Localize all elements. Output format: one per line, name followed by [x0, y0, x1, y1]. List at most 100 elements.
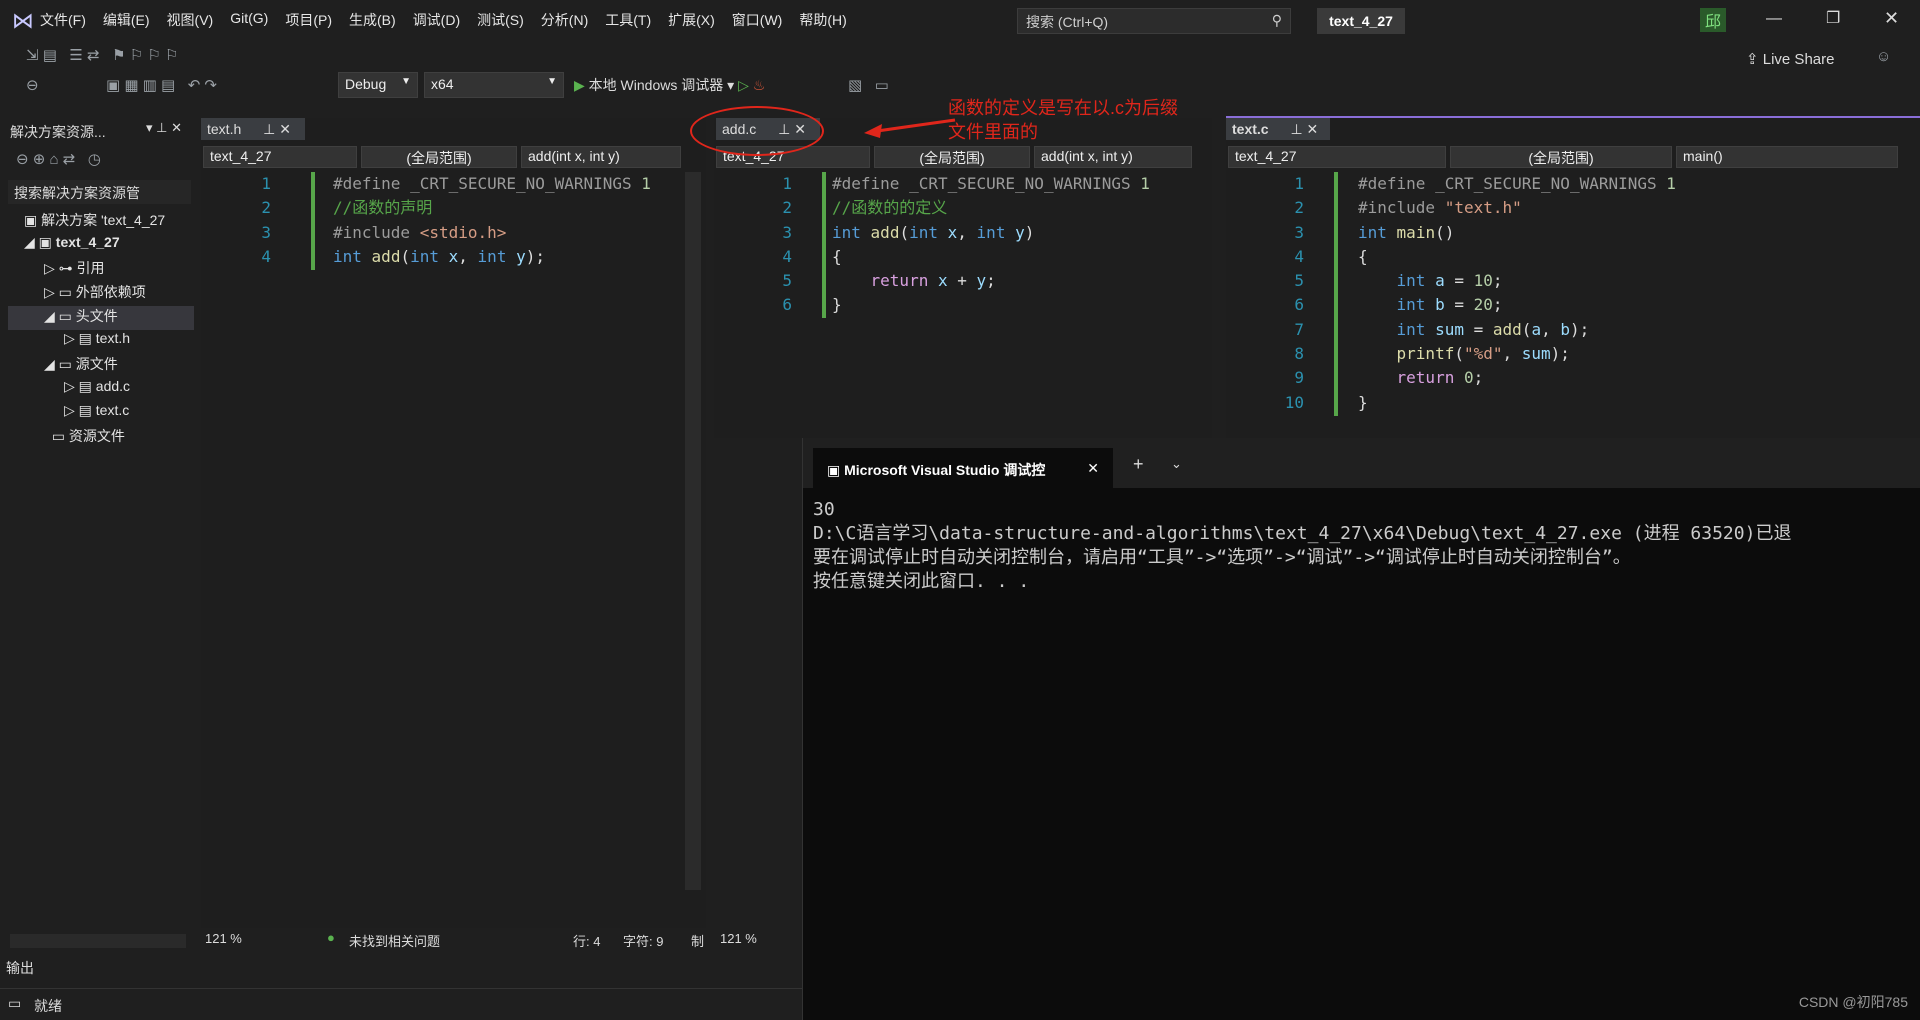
tree-resource-files[interactable]: ▭ 资源文件: [24, 426, 194, 450]
minimize-icon[interactable]: —: [1766, 10, 1782, 28]
tree-label: 头文件: [75, 308, 118, 324]
scope-combo[interactable]: (全局范围): [1450, 146, 1672, 168]
tree-label: text.c: [95, 402, 130, 418]
check-icon: ●: [327, 930, 335, 945]
console-tabbar: ▣ Microsoft Visual Studio 调试控 ✕ + ⌄: [803, 438, 1920, 488]
tree-label: 资源文件: [68, 428, 125, 444]
tree-text-c[interactable]: ▷ ▤ text.c: [24, 402, 194, 426]
editor-text-c: text.c ⊥ ✕ text_4_27 (全局范围) main() 12345…: [1226, 116, 1920, 438]
menu-view[interactable]: 视图(V): [167, 10, 214, 30]
menu-debug[interactable]: 调试(D): [413, 10, 460, 30]
menu-project[interactable]: 项目(P): [285, 10, 332, 30]
menu-extensions[interactable]: 扩展(X): [668, 10, 715, 30]
vs-logo-icon: ⋈: [12, 8, 34, 33]
menu-tools[interactable]: 工具(T): [605, 10, 651, 30]
config-select[interactable]: Debug ▼: [338, 72, 418, 98]
feedback-icon[interactable]: ☺: [1876, 48, 1891, 65]
line-numbers: 1 2 3 4 5 6 7 8 9 10: [1284, 174, 1304, 412]
combo-value: (全局范围): [1528, 150, 1594, 166]
change-marker: [822, 172, 826, 318]
change-marker: [1334, 172, 1338, 416]
tree-label: 源文件: [75, 356, 118, 372]
member-combo[interactable]: add(int x, int y): [521, 146, 681, 168]
console-output[interactable]: 30 D:\C语言学习\data-structure-and-algorithm…: [803, 488, 1920, 604]
annotation-line2: 文件里面的: [948, 122, 1038, 142]
toolbar-row1-icons[interactable]: ⇲ ▤ ☰ ⇄ ⚑ ⚐ ⚐ ⚐: [26, 46, 178, 64]
tree-label: add.c: [95, 378, 131, 394]
run-no-debug-icon: ▷: [738, 77, 749, 93]
menu-git[interactable]: Git(G): [230, 10, 268, 30]
tree-project[interactable]: ◢ ▣ text_4_27: [24, 234, 194, 258]
config-value: Debug: [345, 76, 387, 92]
code-text-c[interactable]: #define _CRT_SECURE_NO_WARNINGS 1 #inclu…: [1358, 172, 1676, 415]
nav-back-icon[interactable]: ⊖: [26, 76, 39, 94]
vertical-scrollbar[interactable]: [685, 172, 701, 890]
ready-status: 就绪: [34, 998, 62, 1014]
annotation-text: 函数的定义是写在以.c为后缀 文件里面的: [948, 96, 1178, 144]
tree-label: 解决方案 'text_4_27: [41, 212, 166, 228]
tree-add-c[interactable]: ▷ ▤ add.c: [24, 378, 194, 402]
tab-text-c[interactable]: text.c ⊥ ✕: [1226, 118, 1330, 140]
menu-window[interactable]: 窗口(W): [732, 10, 783, 30]
se-pin-icon[interactable]: ▾ ⊥ ✕: [146, 120, 182, 136]
tree-text-h[interactable]: ▷ ▤ text.h: [24, 330, 194, 354]
new-tab-icon[interactable]: +: [1133, 454, 1144, 475]
menu-items: 文件(F) 编辑(E) 视图(V) Git(G) 项目(P) 生成(B) 调试(…: [40, 10, 864, 30]
menu-test[interactable]: 测试(S): [477, 10, 524, 30]
combo-value: add(int x, int y): [1041, 148, 1133, 164]
project-combo[interactable]: text_4_27: [1228, 146, 1446, 168]
live-share-button[interactable]: ⇪ Live Share: [1746, 50, 1834, 68]
tree-label: text.h: [95, 330, 131, 346]
code-add-c[interactable]: #define _CRT_SECURE_NO_WARNINGS 1 //函数的的…: [832, 172, 1150, 318]
run-label: 本地 Windows 调试器: [588, 77, 724, 93]
restore-icon[interactable]: ❐: [1826, 8, 1840, 28]
member-combo[interactable]: add(int x, int y): [1034, 146, 1192, 168]
platform-value: x64: [431, 76, 454, 92]
solution-title: text_4_27: [1317, 8, 1405, 34]
tree-external-deps[interactable]: ▷ ▭ 外部依赖项: [24, 282, 194, 306]
annotation-arrow-icon: [864, 118, 956, 138]
output-tab[interactable]: 输出: [6, 958, 34, 978]
zoom-level[interactable]: 121 %: [205, 931, 242, 946]
tree-references[interactable]: ▷ ⊶ 引用: [24, 258, 194, 282]
console-icon: ▣: [827, 462, 841, 478]
solution-explorer: 解决方案资源... ▾ ⊥ ✕ ⊖ ⊕ ⌂ ⇄ ◷ 搜索解决方案资源管 ▣ 解决…: [0, 112, 194, 948]
se-search-input[interactable]: 搜索解决方案资源管: [8, 180, 191, 204]
zoom-level-2[interactable]: 121 %: [714, 928, 802, 950]
search-box[interactable]: 搜索 (Ctrl+Q) ⚲: [1017, 8, 1291, 34]
scope-combo[interactable]: (全局范围): [361, 146, 517, 168]
run-debugger-button[interactable]: ▶ 本地 Windows 调试器 ▾ ▷ ♨: [574, 75, 765, 95]
search-placeholder: 搜索 (Ctrl+Q): [1026, 14, 1109, 30]
code-text-h[interactable]: #define _CRT_SECURE_NO_WARNINGS 1 //函数的声…: [333, 172, 651, 269]
tree-header-files[interactable]: ◢ ▭ 头文件: [8, 306, 194, 330]
share-icon: ⇪: [1746, 51, 1759, 68]
tree-label: text_4_27: [55, 234, 120, 250]
close-window-icon[interactable]: ✕: [1884, 8, 1899, 29]
tab-label: text.h: [207, 121, 242, 137]
project-combo[interactable]: text_4_27: [203, 146, 357, 168]
line-indicator: 行: 4: [573, 934, 601, 949]
console-close-icon[interactable]: ✕: [1087, 460, 1099, 477]
tree-solution[interactable]: ▣ 解决方案 'text_4_27: [24, 210, 194, 234]
menu-edit[interactable]: 编辑(E): [103, 10, 150, 30]
menu-build[interactable]: 生成(B): [349, 10, 396, 30]
toolbar-extra-icons[interactable]: ▧ ▭: [848, 76, 889, 94]
se-hscrollbar[interactable]: [10, 934, 186, 948]
menu-file[interactable]: 文件(F): [40, 10, 86, 30]
console-tab-label: Microsoft Visual Studio 调试控: [844, 462, 1046, 478]
toolbar-file-icons[interactable]: ▣ ▦ ▥ ▤ ↶ ↷: [106, 76, 217, 94]
menu-help[interactable]: 帮助(H): [799, 10, 846, 30]
member-combo[interactable]: main(): [1676, 146, 1898, 168]
se-toolbar[interactable]: ⊖ ⊕ ⌂ ⇄ ◷: [16, 150, 101, 168]
console-tab[interactable]: ▣ Microsoft Visual Studio 调试控 ✕: [813, 448, 1113, 488]
status-icon: ▭: [8, 995, 22, 1011]
platform-select[interactable]: x64 ▼: [424, 72, 564, 98]
menu-analyze[interactable]: 分析(N): [541, 10, 588, 30]
user-avatar[interactable]: 邱: [1700, 8, 1726, 32]
dropdown-icon[interactable]: ⌄: [1171, 456, 1182, 472]
tab-text-h[interactable]: text.h ⊥ ✕: [201, 118, 305, 140]
issues-status[interactable]: 未找到相关问题: [349, 931, 440, 950]
scope-combo[interactable]: (全局范围): [874, 146, 1030, 168]
tree-source-files[interactable]: ◢ ▭ 源文件: [24, 354, 194, 378]
editor-text-h: text.h ⊥ ✕ text_4_27 (全局范围) add(int x, i…: [201, 118, 706, 930]
